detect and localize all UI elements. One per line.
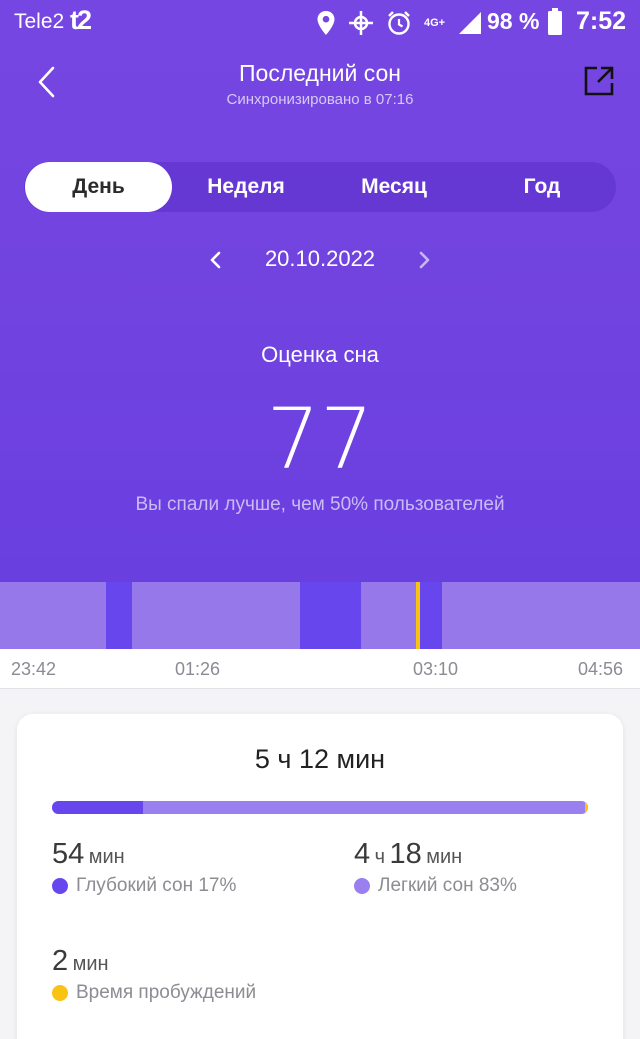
selected-date: 20.10.2022 xyxy=(264,246,376,271)
tab-week[interactable]: Неделя xyxy=(172,162,320,212)
next-date-icon[interactable] xyxy=(408,244,440,276)
deep-sleep-stat: 54 мин Глубокий сон 17% xyxy=(52,838,236,897)
status-bar: Tele2 t2 4G+ 98 % 7:52 xyxy=(0,0,640,46)
light-sleep-minutes-unit: мин xyxy=(426,846,463,868)
location-icon xyxy=(317,11,335,35)
axis-tick-2: 01:26 xyxy=(175,659,221,679)
awake-dot xyxy=(52,985,68,1001)
status-clock: 7:52 xyxy=(576,7,627,35)
tab-year[interactable]: Год xyxy=(468,162,616,212)
battery-percent: 98 % xyxy=(487,8,540,34)
light-sleep-hours: 4 xyxy=(354,838,371,870)
deep-sleep-label: Глубокий сон 17% xyxy=(76,875,237,896)
light-sleep-hours-unit: ч xyxy=(374,846,386,868)
network-4g-icon: 4G+ xyxy=(424,16,446,29)
axis-tick-3: 03:10 xyxy=(413,659,459,679)
sync-status: Синхронизировано в 07:16 xyxy=(226,91,414,108)
light-sleep-legend: Легкий сон 83% xyxy=(354,875,517,897)
light-sleep-minutes: 18 xyxy=(389,838,422,870)
carrier-name: Tele2 xyxy=(14,10,65,33)
battery-icon xyxy=(548,8,562,35)
deep-sleep-legend: Глубокий сон 17% xyxy=(52,875,236,897)
tab-month[interactable]: Месяц xyxy=(320,162,468,212)
sleep-timeline[interactable] xyxy=(0,582,640,649)
awake-label: Время пробуждений xyxy=(76,982,257,1003)
light-sleep-dot xyxy=(354,878,370,894)
share-icon[interactable] xyxy=(582,64,616,98)
awake-legend: Время пробуждений xyxy=(52,982,256,1004)
timeline-axis: 23:42 01:26 03:10 04:56 xyxy=(0,649,640,689)
sleep-summary-card[interactable]: 5 ч 12 мин 54 мин Глубокий сон 17% 4 ч 1… xyxy=(17,714,623,1039)
axis-tick-start: 23:42 xyxy=(11,659,57,679)
axis-tick-end: 04:56 xyxy=(578,659,624,679)
deep-segment xyxy=(105,582,133,649)
awake-stat: 2 мин Время пробуждений xyxy=(52,945,256,1004)
awake-value: 2 xyxy=(52,945,69,977)
signal-icon xyxy=(459,12,481,34)
period-tabs: День Неделя Месяц Год xyxy=(24,162,616,212)
page-title: Последний сон xyxy=(239,60,401,86)
deep-sleep-unit: мин xyxy=(88,846,125,868)
deep-sleep-dot xyxy=(52,878,68,894)
stage-proportion-bar xyxy=(52,801,588,814)
awake-unit: мин xyxy=(72,953,109,975)
total-sleep: 5 ч 12 мин xyxy=(254,744,386,774)
deep-segment xyxy=(299,582,361,649)
score-label: Оценка сна xyxy=(261,342,379,367)
alarm-icon xyxy=(388,11,410,35)
status-icons: 4G+ xyxy=(316,8,482,38)
deep-segment xyxy=(419,582,443,649)
cross-icon xyxy=(349,11,373,35)
carrier-logo: t2 xyxy=(70,5,92,35)
deep-sleep-value: 54 xyxy=(52,838,85,870)
tab-day[interactable]: День xyxy=(25,162,172,212)
light-sleep-label: Легкий сон 83% xyxy=(378,875,517,896)
light-sleep-stat: 4 ч 18 мин Легкий сон 83% xyxy=(354,838,517,897)
awake-bar xyxy=(585,801,588,814)
sleep-score: 77 xyxy=(266,390,374,488)
deep-sleep-bar xyxy=(52,801,144,814)
score-comparison: Вы спали лучше, чем 50% пользователей xyxy=(135,494,505,515)
